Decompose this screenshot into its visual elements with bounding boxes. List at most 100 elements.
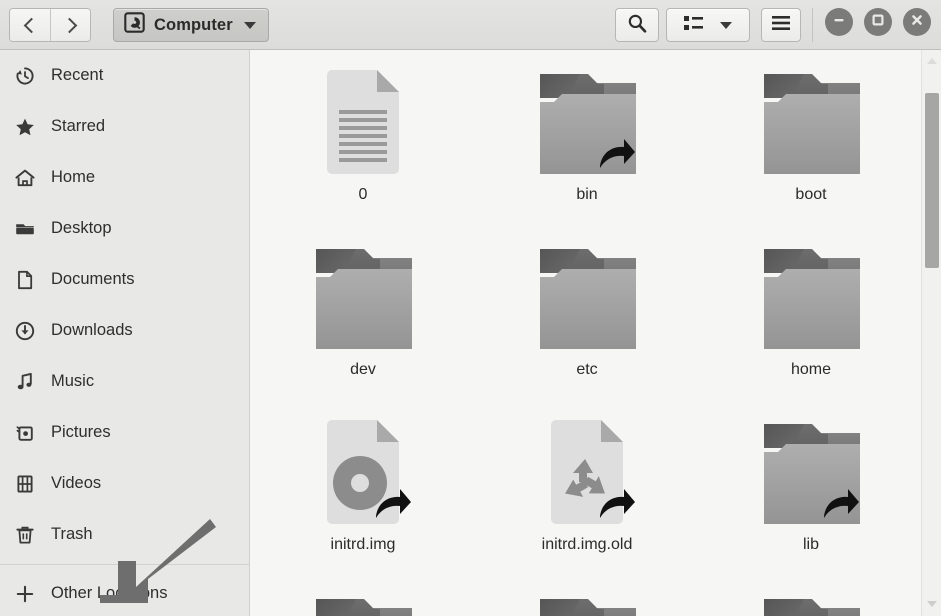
sidebar-item-label: Pictures	[51, 423, 111, 441]
picture-icon	[13, 421, 37, 445]
file-name-label: lib	[802, 536, 819, 553]
trash-icon	[13, 523, 37, 547]
folder-graphic	[316, 249, 412, 349]
file-grid-item[interactable]: 0	[251, 50, 475, 225]
scroll-down-arrow-icon[interactable]	[927, 601, 937, 607]
file-name-label: bin	[576, 186, 598, 203]
window-controls	[825, 8, 931, 36]
file-icon	[531, 62, 643, 184]
file-grid-item[interactable]: etc	[475, 225, 699, 400]
music-note-icon	[13, 370, 37, 394]
main-menu-button[interactable]	[761, 8, 801, 42]
sidebar-item-label: Recent	[51, 66, 104, 84]
file-icon	[755, 62, 867, 184]
folder-graphic	[764, 599, 860, 616]
maximize-button[interactable]	[864, 8, 892, 36]
file-icon	[307, 412, 419, 534]
file-grid-item[interactable]: initrd.img.old	[475, 400, 699, 575]
sidebar-item-label: Starred	[51, 117, 106, 135]
close-button[interactable]	[903, 8, 931, 36]
folder-graphic	[316, 599, 412, 616]
file-name-label: dev	[350, 361, 376, 378]
sidebar-item-label: Documents	[51, 270, 135, 288]
clock-icon	[13, 64, 37, 88]
chevron-down-icon	[243, 21, 256, 29]
sidebar-item-label: Videos	[51, 474, 102, 492]
page-fold-graphic	[601, 420, 623, 442]
sidebar-item-desktop[interactable]: Desktop	[0, 203, 249, 254]
file-grid-item[interactable]	[699, 575, 923, 616]
file-name-label: initrd.img	[330, 536, 396, 553]
scrollbar-thumb[interactable]	[925, 93, 939, 268]
file-grid-item[interactable]	[475, 575, 699, 616]
back-button[interactable]	[10, 9, 50, 41]
sidebar-item-pictures[interactable]: Pictures	[0, 407, 249, 458]
sidebar-item-downloads[interactable]: Downloads	[0, 305, 249, 356]
chevron-left-icon	[23, 17, 40, 33]
header-bar: Computer	[0, 0, 941, 50]
file-icon	[531, 237, 643, 359]
sidebar-item-documents[interactable]: Documents	[0, 254, 249, 305]
file-icon	[755, 587, 867, 616]
sidebar-item-recent[interactable]: Recent	[0, 50, 249, 101]
symlink-emblem-icon	[373, 486, 413, 526]
star-icon	[13, 115, 37, 139]
file-icon	[307, 62, 419, 184]
sidebar-item-other-locations[interactable]: Other Locations	[0, 568, 249, 616]
sidebar-item-starred[interactable]: Starred	[0, 101, 249, 152]
chevron-right-icon	[61, 17, 77, 33]
sidebar-item-trash[interactable]: Trash	[0, 509, 249, 560]
file-icon	[531, 587, 643, 616]
file-grid: 0 bin boot dev etc home initrd.img initrd.img.o…	[251, 50, 923, 616]
plus-icon	[13, 582, 37, 606]
symlink-emblem-icon	[597, 486, 637, 526]
forward-button[interactable]	[50, 9, 90, 41]
page-fold-graphic	[377, 420, 399, 442]
file-grid-item[interactable]: boot	[699, 50, 923, 225]
vertical-scrollbar[interactable]	[921, 50, 941, 616]
file-name-label: etc	[576, 361, 598, 378]
file-icon	[307, 587, 419, 616]
file-grid-item[interactable]: home	[699, 225, 923, 400]
computer-disc-icon	[124, 12, 145, 38]
file-name-label: initrd.img.old	[541, 536, 633, 553]
minimize-icon	[831, 12, 847, 33]
folder-graphic	[540, 249, 636, 349]
desktop-folder-icon	[13, 217, 37, 241]
sidebar-item-label: Desktop	[51, 219, 112, 237]
path-bar-button[interactable]: Computer	[113, 8, 269, 42]
file-grid-item[interactable]: initrd.img	[251, 400, 475, 575]
path-bar-label: Computer	[154, 15, 233, 34]
sidebar-item-music[interactable]: Music	[0, 356, 249, 407]
minimize-button[interactable]	[825, 8, 853, 36]
view-options-button[interactable]	[666, 8, 750, 42]
search-icon	[627, 13, 647, 38]
download-arrow-icon	[13, 319, 37, 343]
sidebar-item-videos[interactable]: Videos	[0, 458, 249, 509]
file-icon	[755, 237, 867, 359]
document-icon	[13, 268, 37, 292]
scroll-up-arrow-icon[interactable]	[927, 58, 937, 64]
file-name-label: home	[790, 361, 832, 378]
file-icon	[755, 412, 867, 534]
file-grid-area: 0 bin boot dev etc home initrd.img initrd.img.o…	[251, 50, 941, 616]
film-icon	[13, 472, 37, 496]
folder-graphic	[764, 74, 860, 174]
sidebar-item-home[interactable]: Home	[0, 152, 249, 203]
search-button[interactable]	[615, 8, 659, 42]
document-lines-graphic	[339, 110, 387, 166]
folder-graphic	[764, 249, 860, 349]
file-grid-item[interactable]	[251, 575, 475, 616]
sidebar: Recent Starred Home Desktop Documents Do…	[0, 50, 250, 616]
file-grid-item[interactable]: dev	[251, 225, 475, 400]
page-fold-graphic	[377, 70, 399, 92]
sidebar-item-label: Home	[51, 168, 96, 186]
toolbar-separator	[812, 8, 813, 42]
list-view-icon	[684, 15, 704, 36]
file-icon	[531, 412, 643, 534]
file-grid-item[interactable]: lib	[699, 400, 923, 575]
symlink-emblem-icon	[821, 486, 861, 526]
file-grid-item[interactable]: bin	[475, 50, 699, 225]
home-icon	[13, 166, 37, 190]
sidebar-item-label: Downloads	[51, 321, 133, 339]
